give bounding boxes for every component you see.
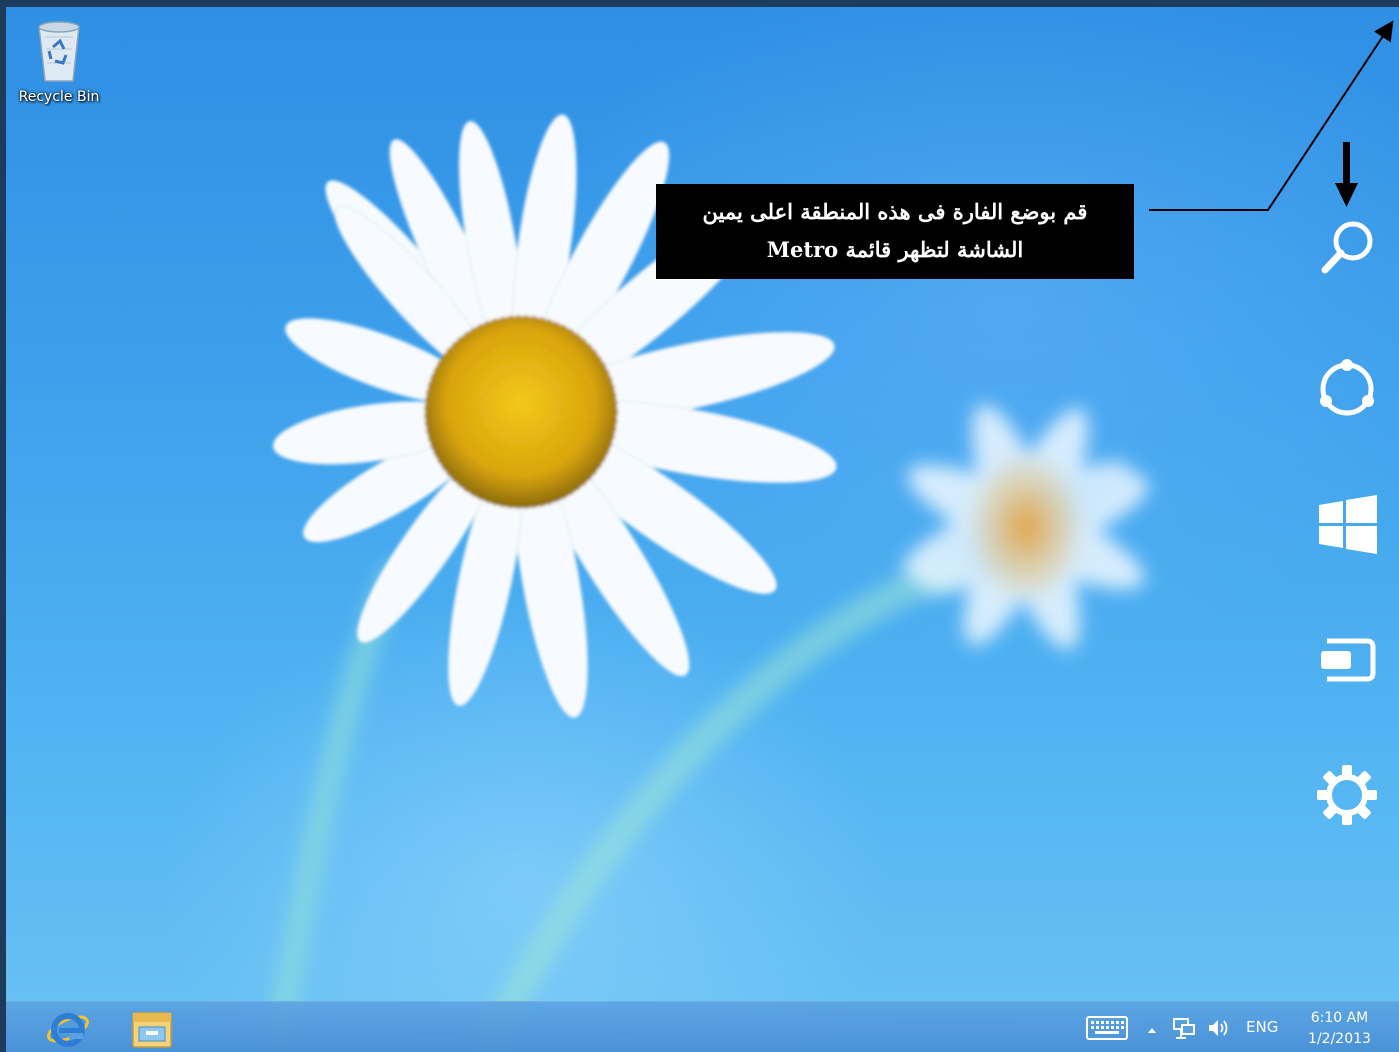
charm-settings[interactable] — [1311, 759, 1383, 831]
share-icon — [1320, 359, 1374, 416]
gear-icon — [1317, 765, 1377, 825]
annotation-arrows — [1149, 20, 1394, 211]
down-arrow-icon — [1335, 142, 1358, 207]
folder-icon — [132, 1012, 172, 1048]
desktop[interactable]: Recycle Bin قم بوضع الفارة فى هذه المنطق… — [6, 7, 1399, 1052]
clock-time: 6:10 AM — [1310, 1010, 1369, 1026]
chevron-up-icon — [1148, 1028, 1156, 1033]
keyboard-icon — [1086, 1016, 1128, 1040]
windows-logo-icon — [1319, 495, 1377, 554]
pointer-line — [1149, 20, 1394, 211]
taskbar: ENG 6:10 AM 1/2/2013 — [6, 1001, 1399, 1052]
devices-icon — [1321, 638, 1376, 682]
speaker-icon — [1209, 1020, 1228, 1036]
clock-date: 1/2/2013 — [1308, 1031, 1371, 1047]
internet-explorer-icon — [47, 1013, 89, 1047]
show-hidden-icons-button[interactable] — [1146, 1021, 1158, 1040]
charm-start[interactable] — [1311, 489, 1383, 561]
charm-search[interactable] — [1311, 212, 1383, 284]
charm-share[interactable] — [1311, 352, 1383, 424]
taskbar-file-explorer[interactable] — [124, 1004, 180, 1052]
volume-button[interactable] — [1206, 1016, 1230, 1044]
taskbar-internet-explorer[interactable] — [40, 1004, 96, 1052]
touch-keyboard-button[interactable] — [1086, 1016, 1128, 1044]
network-icon — [1173, 1018, 1195, 1039]
network-button[interactable] — [1172, 1016, 1196, 1044]
language-indicator[interactable]: ENG — [1246, 1018, 1278, 1036]
search-icon — [1321, 221, 1373, 274]
clock[interactable]: 6:10 AM 1/2/2013 — [1302, 1008, 1377, 1050]
charm-devices[interactable] — [1311, 625, 1383, 697]
